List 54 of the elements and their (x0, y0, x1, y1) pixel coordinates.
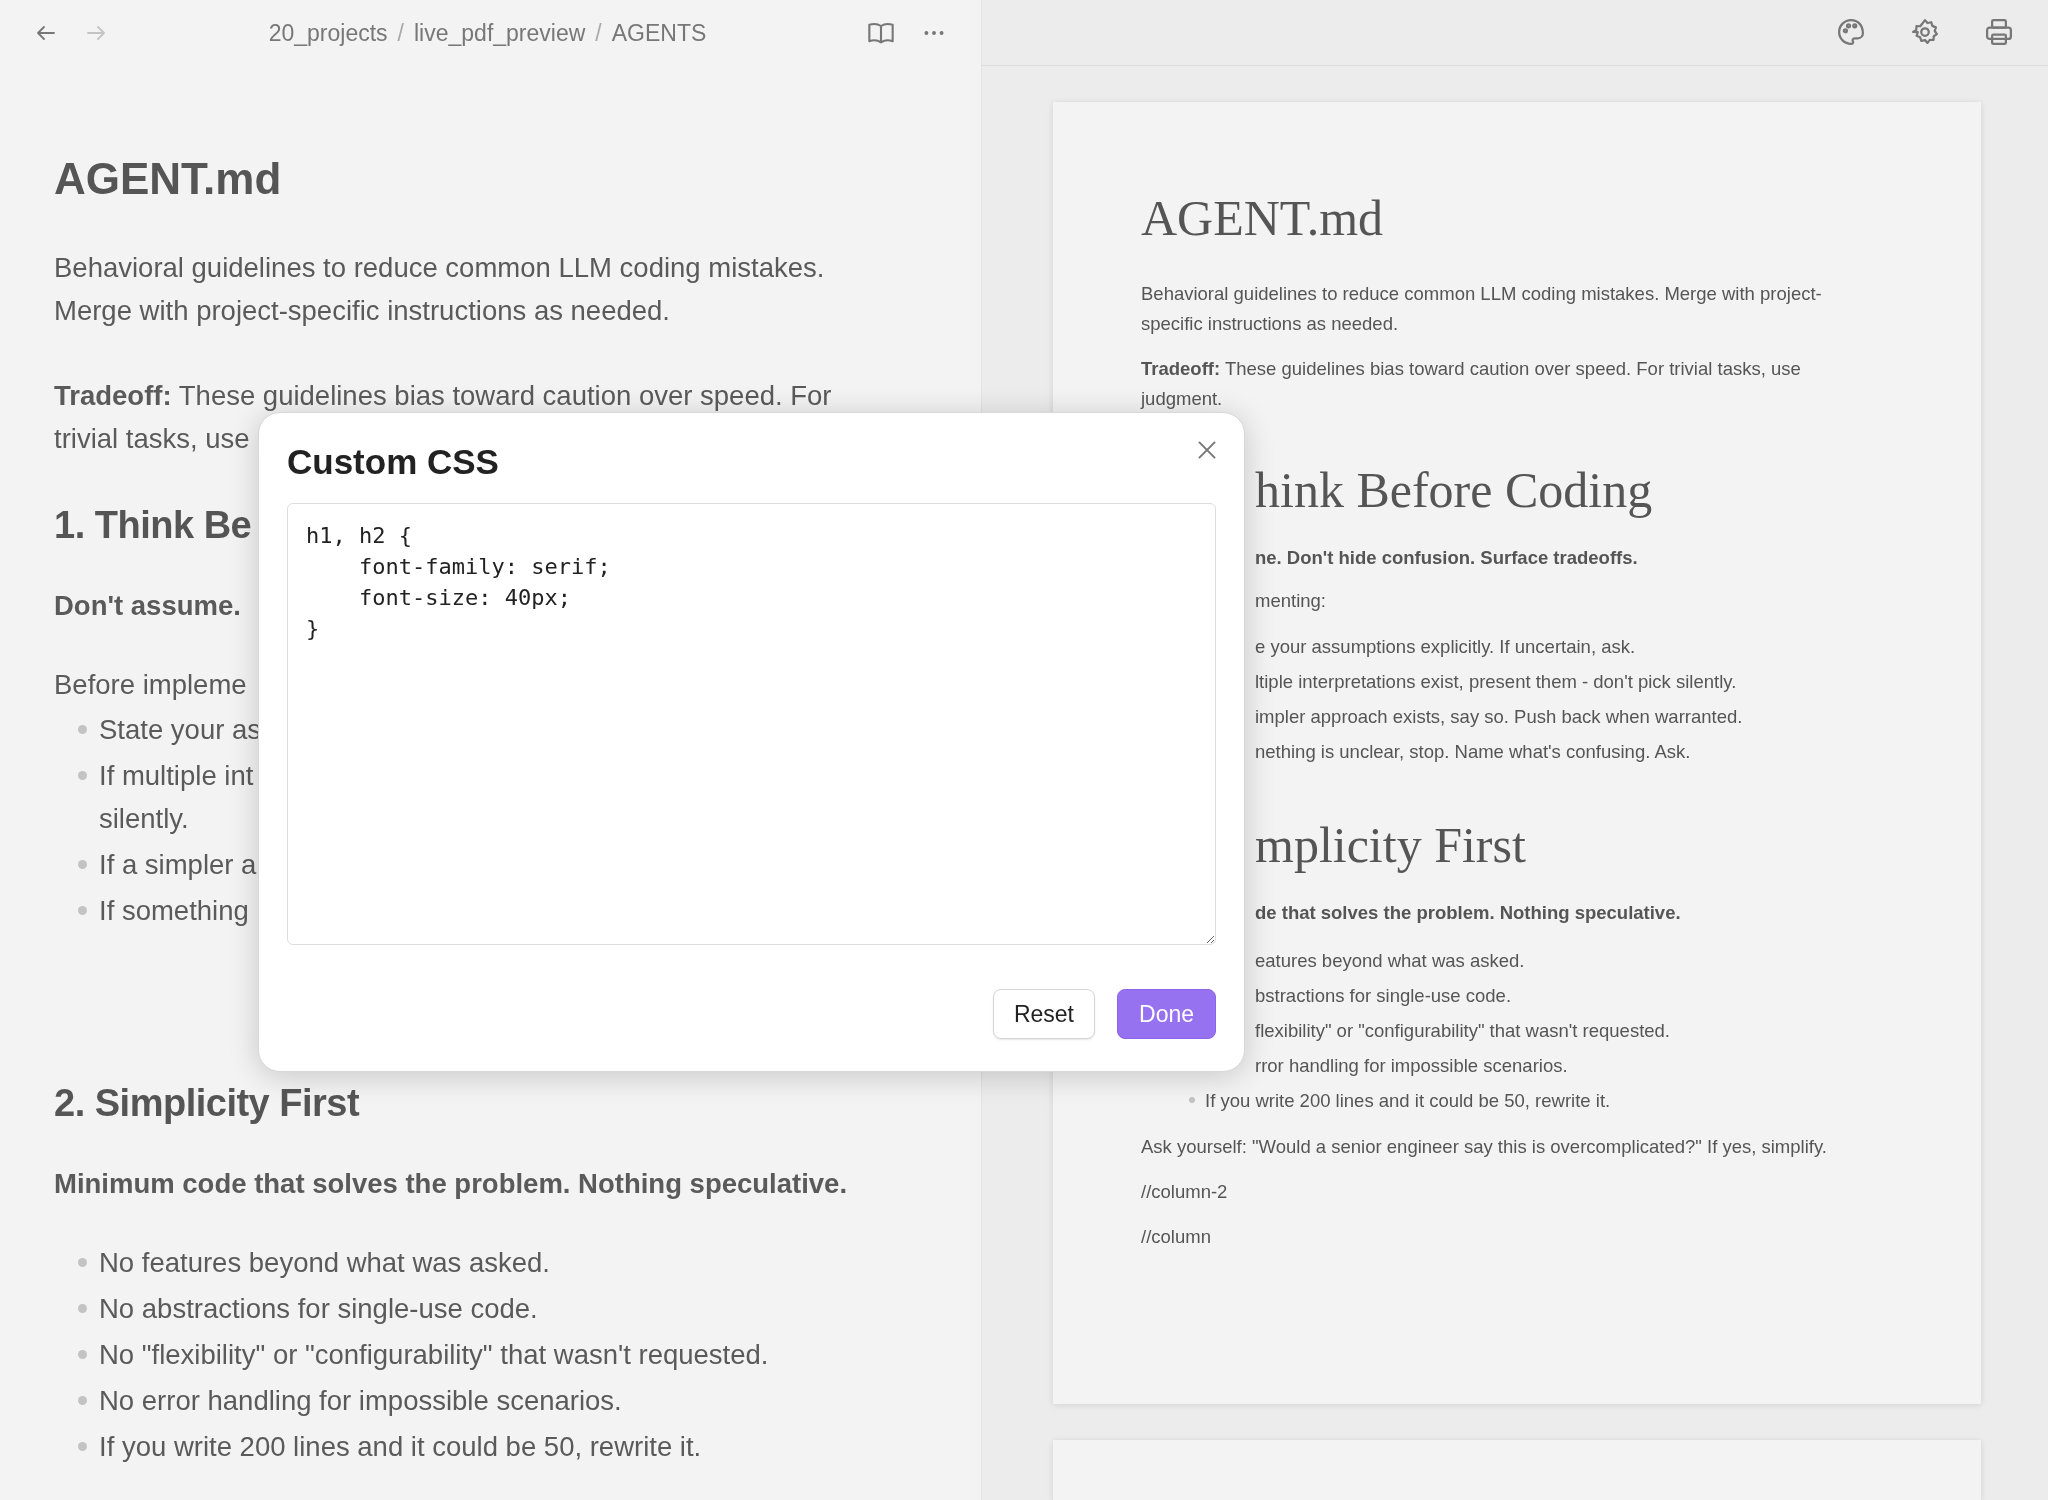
bullet-icon (78, 906, 87, 915)
list-item-text: rror handling for impossible scenarios. (1255, 1053, 1568, 1078)
bold-paragraph: Don't assume. (54, 589, 241, 623)
paragraph: Behavioral guidelines to reduce common LLM coding mistakes. Merge with project- specific instructions as needed. (1141, 281, 1822, 336)
list-item-text: No abstractions for single-use code. (99, 1292, 538, 1326)
breadcrumb-link[interactable]: AGENTS (611, 15, 707, 51)
bullet-icon (1189, 1097, 1195, 1104)
code-field[interactable]: h1, h2 { font-family: serif; font-size: 40px; } (287, 503, 1216, 945)
paragraph: Tradeoff: These guidelines bias toward caution over speed. For trivial tasks, use judgment. (1141, 356, 1801, 411)
list-item-text: bstractions for single-use code. (1255, 983, 1512, 1008)
list-item-text: e your assumptions explicitly. If uncertain, ask. (1255, 635, 1636, 659)
dialog-title: Custom CSS (287, 441, 499, 483)
bullet-icon (78, 725, 87, 734)
bullet-icon (78, 1350, 87, 1359)
list-item-text: eatures beyond what was asked. (1255, 948, 1525, 973)
bullet-icon (78, 1258, 87, 1267)
list-item-text: If a simpler a (99, 848, 257, 882)
list-item-text: If multiple int silently. (99, 759, 254, 836)
list-item-text: nething is unclear, stop. Name what's confusing. Ask. (1255, 740, 1691, 764)
breadcrumb-link[interactable]: live_pdf_preview (414, 15, 586, 51)
paragraph: //column (1141, 1224, 1211, 1249)
bold-paragraph: Minimum code that solves the problem. Nothing speculative. (54, 1167, 848, 1201)
bullet-icon (78, 771, 87, 780)
done-button[interactable]: Done (1117, 989, 1216, 1039)
paragraph: Before impleme (54, 668, 247, 702)
breadcrumb-separator: / (595, 18, 602, 48)
paragraph: Ask yourself: "Would a senior engineer say this is overcomplicated?" If yes, simplify. (1141, 1134, 1827, 1159)
bullet-icon (78, 1304, 87, 1313)
bullet-icon (78, 1396, 87, 1405)
bullet-icon (78, 860, 87, 869)
list-item-text: impler approach exists, say so. Push back when warranted. (1255, 705, 1743, 729)
document-title: AGENT.md (54, 153, 282, 205)
section-heading: 2. Simplicity First (54, 1081, 360, 1126)
section-heading: 1. Think Be (54, 503, 252, 548)
list-item-text: If something (99, 894, 249, 928)
bullet-icon (78, 1442, 87, 1451)
reset-button[interactable]: Reset (992, 989, 1095, 1039)
section-heading: hink Before Coding (1255, 460, 1653, 520)
section-heading: mplicity First (1255, 816, 1526, 875)
breadcrumb-separator: / (397, 18, 404, 48)
list-item-text: No "flexibility" or "configurability" that wasn't requested. (99, 1338, 769, 1372)
paragraph: Behavioral guidelines to reduce common LLM coding mistakes. Merge with project-specific instructions as needed. (54, 251, 825, 328)
document-title: AGENT.md (1141, 190, 1384, 246)
list-item-text: If you write 200 lines and it could be 50, rewrite it. (99, 1430, 702, 1464)
bold-paragraph: de that solves the problem. Nothing speculative. (1255, 901, 1681, 925)
paragraph: //column-2 (1141, 1179, 1228, 1204)
list-item-text: No error handling for impossible scenarios. (99, 1384, 622, 1418)
paragraph: menting: (1255, 589, 1326, 614)
breadcrumb-link[interactable]: 20_projects (268, 15, 388, 51)
list-item-text: ltiple interpretations exist, present them - don't pick silently. (1255, 670, 1737, 694)
list-item-text: If you write 200 lines and it could be 50, rewrite it. (1205, 1088, 1611, 1113)
list-item-text: flexibility" or "configurability" that wasn't requested. (1255, 1018, 1670, 1043)
bold-paragraph: ne. Don't hide confusion. Surface tradeoffs. (1255, 545, 1638, 570)
list-item-text: No features beyond what was asked. (99, 1246, 550, 1280)
